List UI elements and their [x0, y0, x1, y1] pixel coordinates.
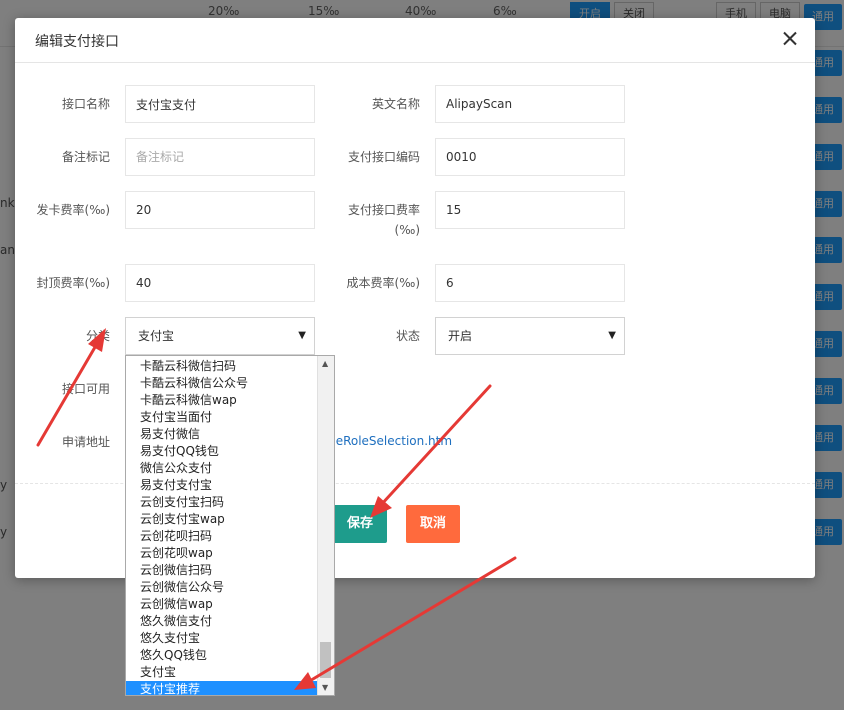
status-select[interactable]: 开启 ▼: [435, 317, 625, 355]
scroll-down-icon[interactable]: ▼: [322, 683, 328, 692]
card-rate-label: 发卡费率(‰): [36, 203, 110, 217]
chevron-down-icon: ▼: [298, 330, 306, 341]
category-select-value: 支付宝: [138, 329, 175, 343]
dropdown-option[interactable]: 支付宝推荐: [126, 681, 318, 695]
dropdown-option[interactable]: 易支付支付宝: [126, 477, 318, 494]
dropdown-option[interactable]: 卡酷云科微信扫码: [126, 358, 318, 375]
chevron-down-icon: ▼: [608, 330, 616, 341]
english-name-label: 英文名称: [371, 97, 420, 111]
interface-rate-input[interactable]: [435, 191, 625, 229]
dropdown-option[interactable]: 云创微信wap: [126, 596, 318, 613]
category-select[interactable]: 支付宝 ▼: [125, 317, 315, 355]
interface-code-label: 支付接口编码: [347, 150, 420, 164]
interface-code-input[interactable]: [435, 138, 625, 176]
dropdown-option[interactable]: 悠久QQ钱包: [126, 647, 318, 664]
cancel-button[interactable]: 取消: [406, 505, 461, 543]
dropdown-option[interactable]: 云创花呗扫码: [126, 528, 318, 545]
status-select-value: 开启: [448, 329, 473, 343]
interface-name-label: 接口名称: [61, 97, 110, 111]
dropdown-option[interactable]: 卡酷云科微信wap: [126, 392, 318, 409]
dialog-header: 编辑支付接口: [15, 18, 815, 63]
cost-rate-input[interactable]: [435, 264, 625, 302]
dropdown-option[interactable]: 云创微信扫码: [126, 562, 318, 579]
dialog-title: 编辑支付接口: [35, 34, 119, 50]
category-label: 分类: [85, 329, 110, 343]
dropdown-option[interactable]: 悠久支付宝: [126, 630, 318, 647]
card-rate-input[interactable]: [125, 191, 315, 229]
dropdown-option[interactable]: 云创支付宝扫码: [126, 494, 318, 511]
dropdown-option[interactable]: 微信公众支付: [126, 460, 318, 477]
dropdown-option[interactable]: 悠久微信支付: [126, 613, 318, 630]
available-label: 接口可用: [61, 382, 110, 396]
scrollbar-thumb[interactable]: [320, 642, 331, 678]
close-icon[interactable]: [779, 28, 801, 50]
dropdown-option[interactable]: 易支付微信: [126, 426, 318, 443]
dropdown-option[interactable]: 易支付QQ钱包: [126, 443, 318, 460]
dropdown-option[interactable]: 支付宝: [126, 664, 318, 681]
english-name-input[interactable]: [435, 85, 625, 123]
dropdown-options: 卡酷云科微信扫码 卡酷云科微信公众号 卡酷云科微信wap 支付宝当面付 易支付微信 易支付…: [126, 356, 318, 695]
dropdown-scrollbar[interactable]: ▲ ▼: [317, 356, 334, 695]
apply-url-label: 申请地址: [61, 435, 110, 449]
dropdown-option[interactable]: 卡酷云科微信公众号: [126, 375, 318, 392]
apply-url-link[interactable]: meRoleSelection.htm: [324, 434, 452, 448]
save-button[interactable]: 保存: [333, 505, 388, 543]
interface-rate-label-unit: (‰): [394, 223, 420, 237]
remark-label: 备注标记: [61, 150, 110, 164]
cap-rate-input[interactable]: [125, 264, 315, 302]
category-dropdown-list: 卡酷云科微信扫码 卡酷云科微信公众号 卡酷云科微信wap 支付宝当面付 易支付微信 易支付…: [125, 355, 335, 696]
remark-input[interactable]: [125, 138, 315, 176]
interface-name-input[interactable]: [125, 85, 315, 123]
dropdown-option[interactable]: 云创花呗wap: [126, 545, 318, 562]
cap-rate-label: 封顶费率(‰): [36, 276, 110, 290]
dropdown-option[interactable]: 云创支付宝wap: [126, 511, 318, 528]
scroll-up-icon[interactable]: ▲: [322, 359, 328, 368]
cost-rate-label: 成本费率(‰): [346, 276, 420, 290]
dropdown-option[interactable]: 支付宝当面付: [126, 409, 318, 426]
interface-rate-label: 支付接口费率: [347, 203, 420, 217]
status-label: 状态: [395, 329, 420, 343]
dropdown-option[interactable]: 云创微信公众号: [126, 579, 318, 596]
